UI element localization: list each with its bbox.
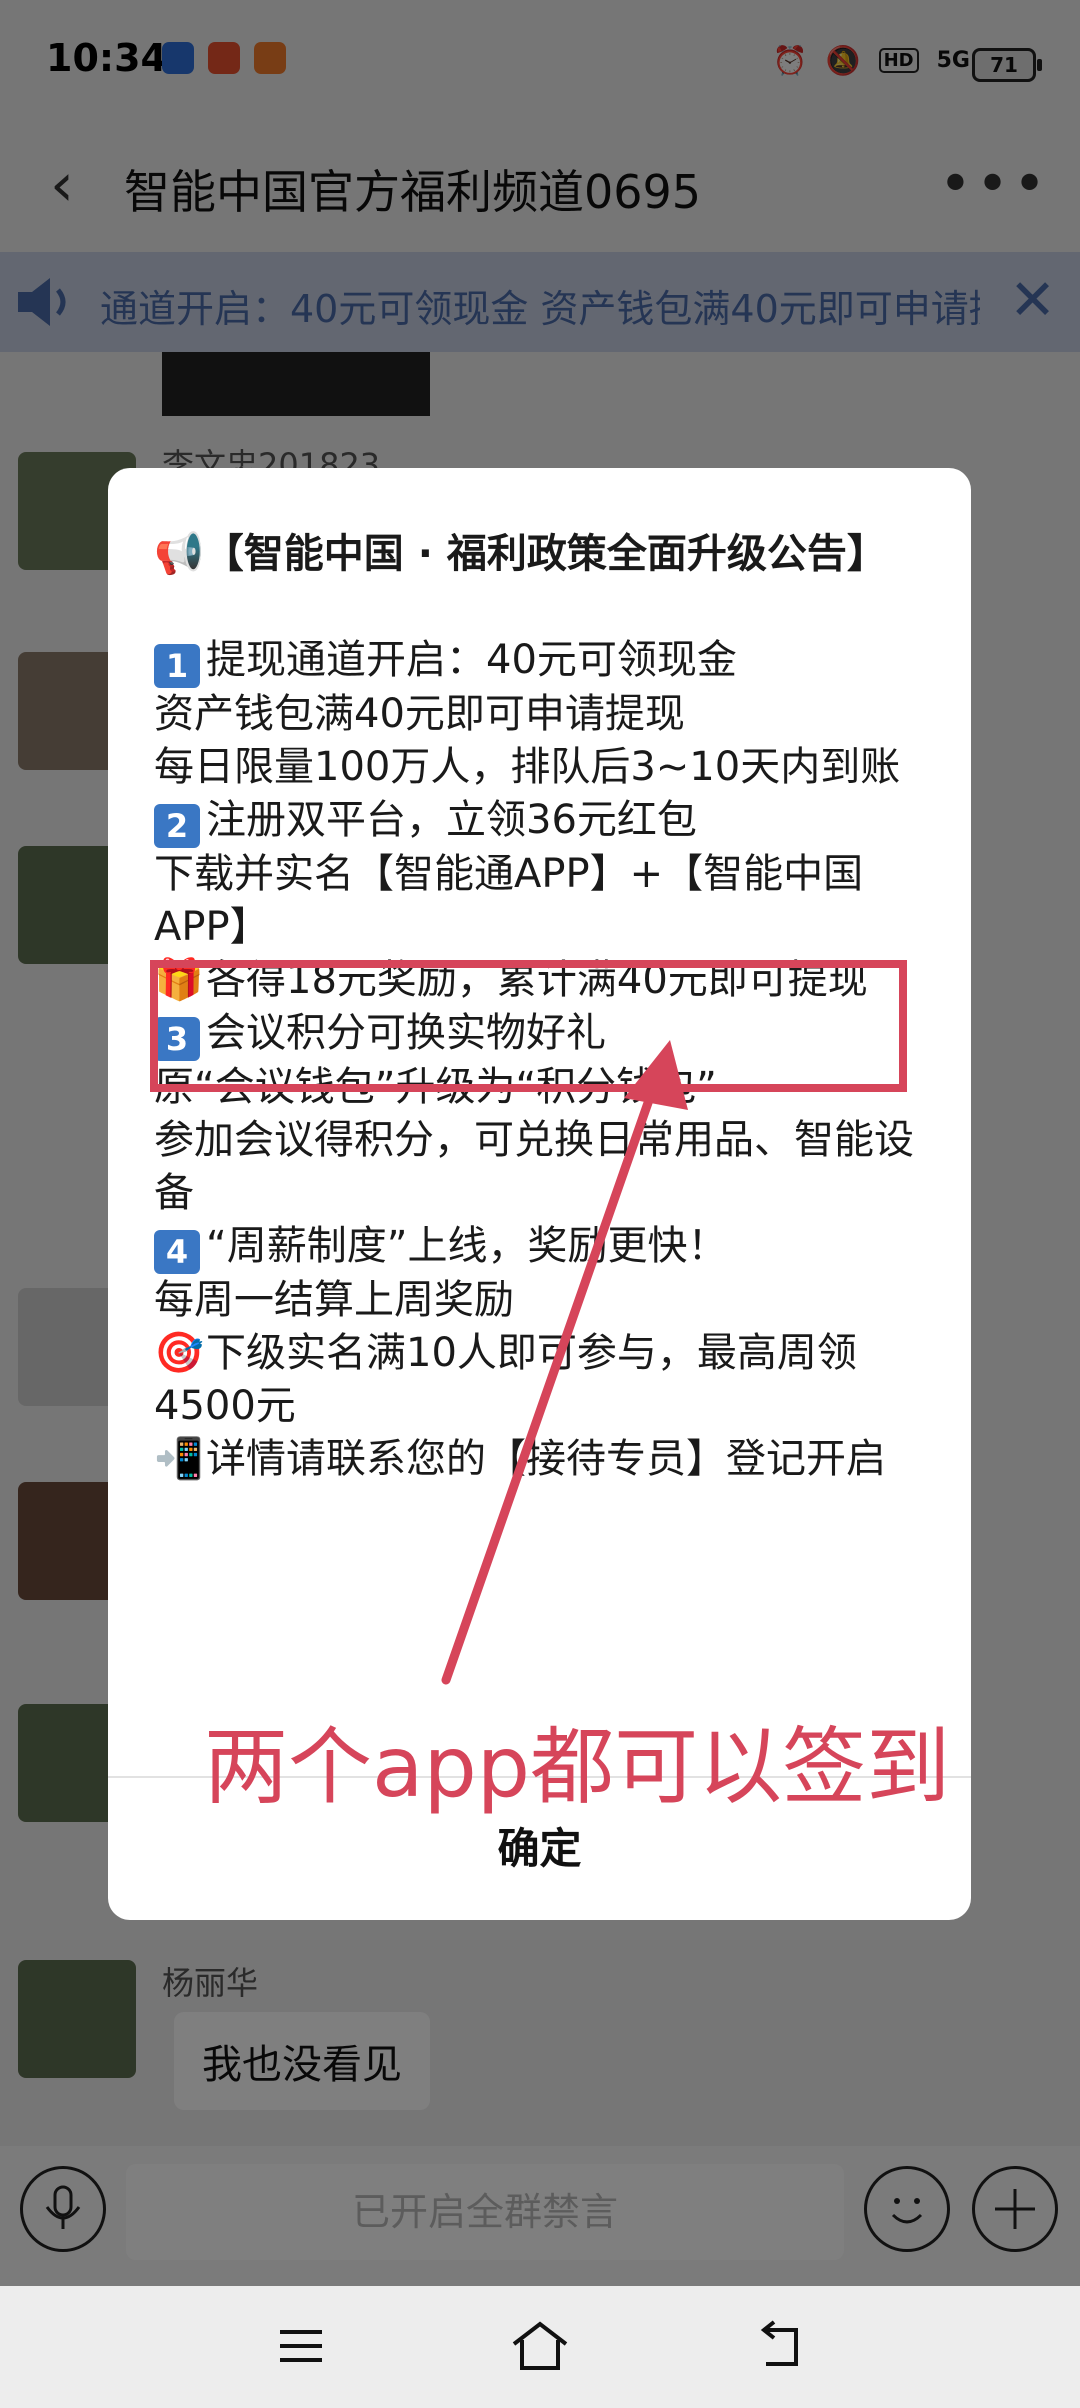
menu-icon[interactable] [276,2322,326,2372]
home-icon[interactable] [510,2318,570,2374]
annotation-arrow [441,1040,688,1685]
back-nav-icon[interactable] [752,2320,808,2372]
system-nav-bar [0,2286,1080,2408]
annotation-text: 两个app都可以签到 [204,1718,951,1816]
